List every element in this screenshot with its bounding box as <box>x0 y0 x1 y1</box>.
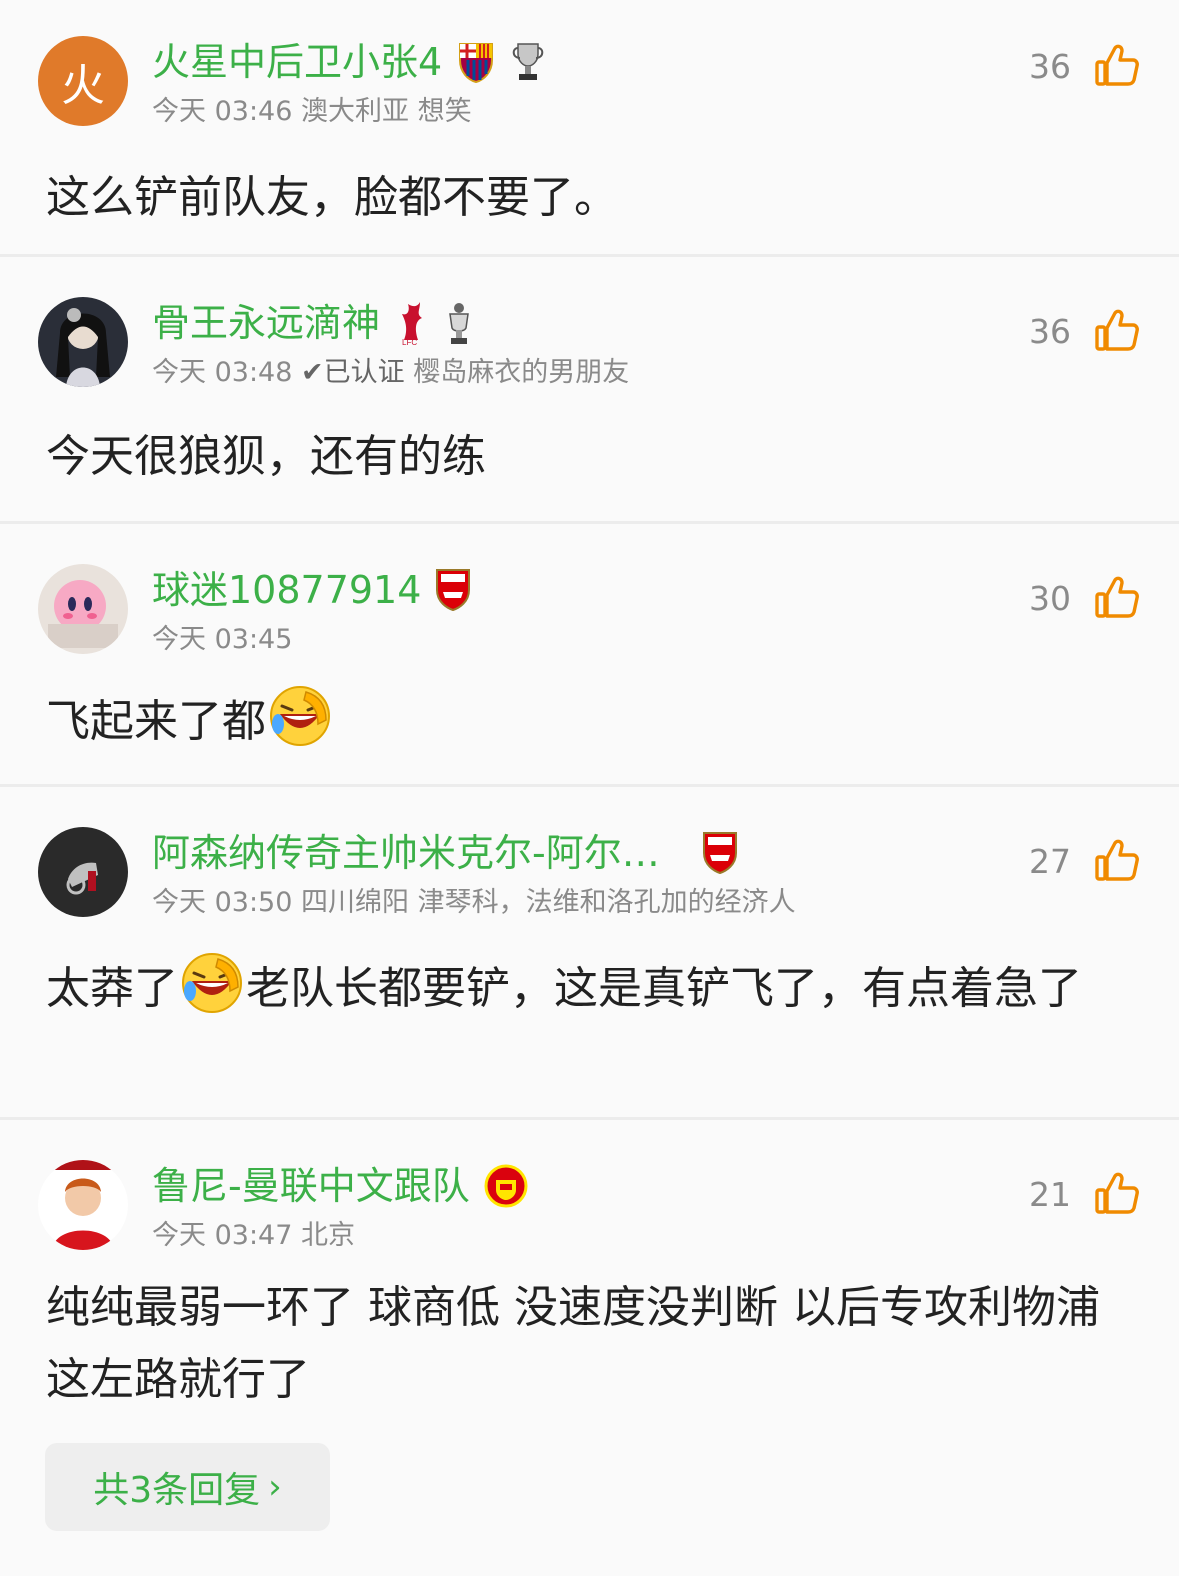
comment-text: 今天很狼狈，还有的练 <box>46 431 486 482</box>
arsenal-badge-icon <box>435 568 471 612</box>
thumbs-up-icon[interactable] <box>1093 42 1141 90</box>
like-button[interactable]: 27 <box>1029 837 1141 885</box>
replies-label: 共3条回复 <box>93 1470 261 1511</box>
avatar[interactable] <box>38 564 128 654</box>
like-count: 36 <box>1029 46 1071 86</box>
like-count: 21 <box>1029 1174 1071 1214</box>
timestamp: 今天 03:48 <box>152 357 293 388</box>
timestamp: 今天 03:46 <box>152 96 293 127</box>
user-tag: 樱岛麻衣的男朋友 <box>413 357 630 388</box>
comment-text-before: 太莽了 <box>46 963 178 1014</box>
user-tag: 想笑 <box>417 96 472 127</box>
like-button[interactable]: 36 <box>1029 307 1141 355</box>
username[interactable]: 火星中后卫小张4 <box>152 36 442 88</box>
laughing-crying-emoji <box>180 951 244 1015</box>
comment-meta: 今天 03:48 ✔已认证 樱岛麻衣的男朋友 <box>152 353 629 393</box>
trophy-badge-icon <box>510 40 546 84</box>
comment-text: 这么铲前队友，脸都不要了。 <box>46 172 618 223</box>
arsenal-badge-icon <box>702 831 738 875</box>
username[interactable]: 球迷10877914 <box>152 564 421 616</box>
like-button[interactable]: 21 <box>1029 1170 1141 1218</box>
user-tag: 津琴科，法维和洛孔加的经济人 <box>417 887 796 918</box>
laughing-crying-emoji <box>268 684 332 748</box>
avatar[interactable]: 火 <box>38 36 128 126</box>
thumbs-up-icon[interactable] <box>1093 837 1141 885</box>
username[interactable]: 阿森纳传奇主帅米克尔-阿尔… <box>152 827 660 879</box>
avatar[interactable] <box>38 1160 128 1250</box>
thumbs-up-icon[interactable] <box>1093 1170 1141 1218</box>
like-count: 36 <box>1029 311 1071 351</box>
comment-text-after: 老队长都要铲，这是真铲飞了，有点着急了 <box>246 963 1082 1014</box>
like-count: 30 <box>1029 578 1071 618</box>
comment-text: 纯纯最弱一环了 球商低 没速度没判断 以后专攻利物浦这左路就行了 <box>46 1282 1100 1405</box>
username[interactable]: 鲁尼-曼联中文跟队 <box>152 1160 470 1212</box>
avatar[interactable] <box>38 297 128 387</box>
barcelona-badge-icon <box>456 40 496 84</box>
svg-text:LFC: LFC <box>402 338 417 346</box>
like-count: 27 <box>1029 841 1071 881</box>
like-button[interactable]: 36 <box>1029 42 1141 90</box>
comment-item: 球迷10877914 今天 03:45 30 飞起来了都 <box>0 524 1179 787</box>
premier-league-trophy-icon <box>444 300 474 346</box>
comment-item: 火 火星中后卫小张4 今天 03:46 澳大利亚 想笑 36 这么铲前队友，脸都… <box>0 0 1179 257</box>
verified-label: ✔已认证 <box>301 357 405 388</box>
manchester-united-badge-icon <box>484 1164 528 1208</box>
timestamp: 今天 03:47 <box>152 1220 293 1251</box>
comment-item: 骨王永远滴神 LFC 今天 03:48 ✔已认证 樱岛麻衣的男朋友 36 今天很… <box>0 257 1179 524</box>
location: 北京 <box>301 1220 355 1251</box>
comment-text: 太莽了 老队长都要铲，这是真铲飞了，有点着急了 <box>46 951 1139 1025</box>
like-button[interactable]: 30 <box>1029 574 1141 622</box>
comment-item: 阿森纳传奇主帅米克尔-阿尔… 今天 03:50 四川绵阳 津琴科，法维和洛孔加的… <box>0 787 1179 1120</box>
timestamp: 今天 03:45 <box>152 624 293 655</box>
location: 澳大利亚 <box>301 96 409 127</box>
timestamp: 今天 03:50 <box>152 887 293 918</box>
view-replies-button[interactable]: 共3条回复 › <box>45 1443 330 1531</box>
username[interactable]: 骨王永远滴神 <box>152 297 380 349</box>
liverpool-badge-icon: LFC <box>394 300 430 346</box>
thumbs-up-icon[interactable] <box>1093 307 1141 355</box>
chevron-right-icon: › <box>268 1467 282 1507</box>
thumbs-up-icon[interactable] <box>1093 574 1141 622</box>
comment-meta: 今天 03:45 <box>152 620 292 660</box>
comment-text-content: 飞起来了都 <box>46 696 266 747</box>
comment-meta: 今天 03:46 澳大利亚 想笑 <box>152 92 472 132</box>
comment-meta: 今天 03:47 北京 <box>152 1216 355 1256</box>
comment-text: 飞起来了都 <box>46 684 1139 758</box>
comment-meta: 今天 03:50 四川绵阳 津琴科，法维和洛孔加的经济人 <box>152 883 796 923</box>
avatar[interactable] <box>38 827 128 917</box>
location: 四川绵阳 <box>301 887 409 918</box>
